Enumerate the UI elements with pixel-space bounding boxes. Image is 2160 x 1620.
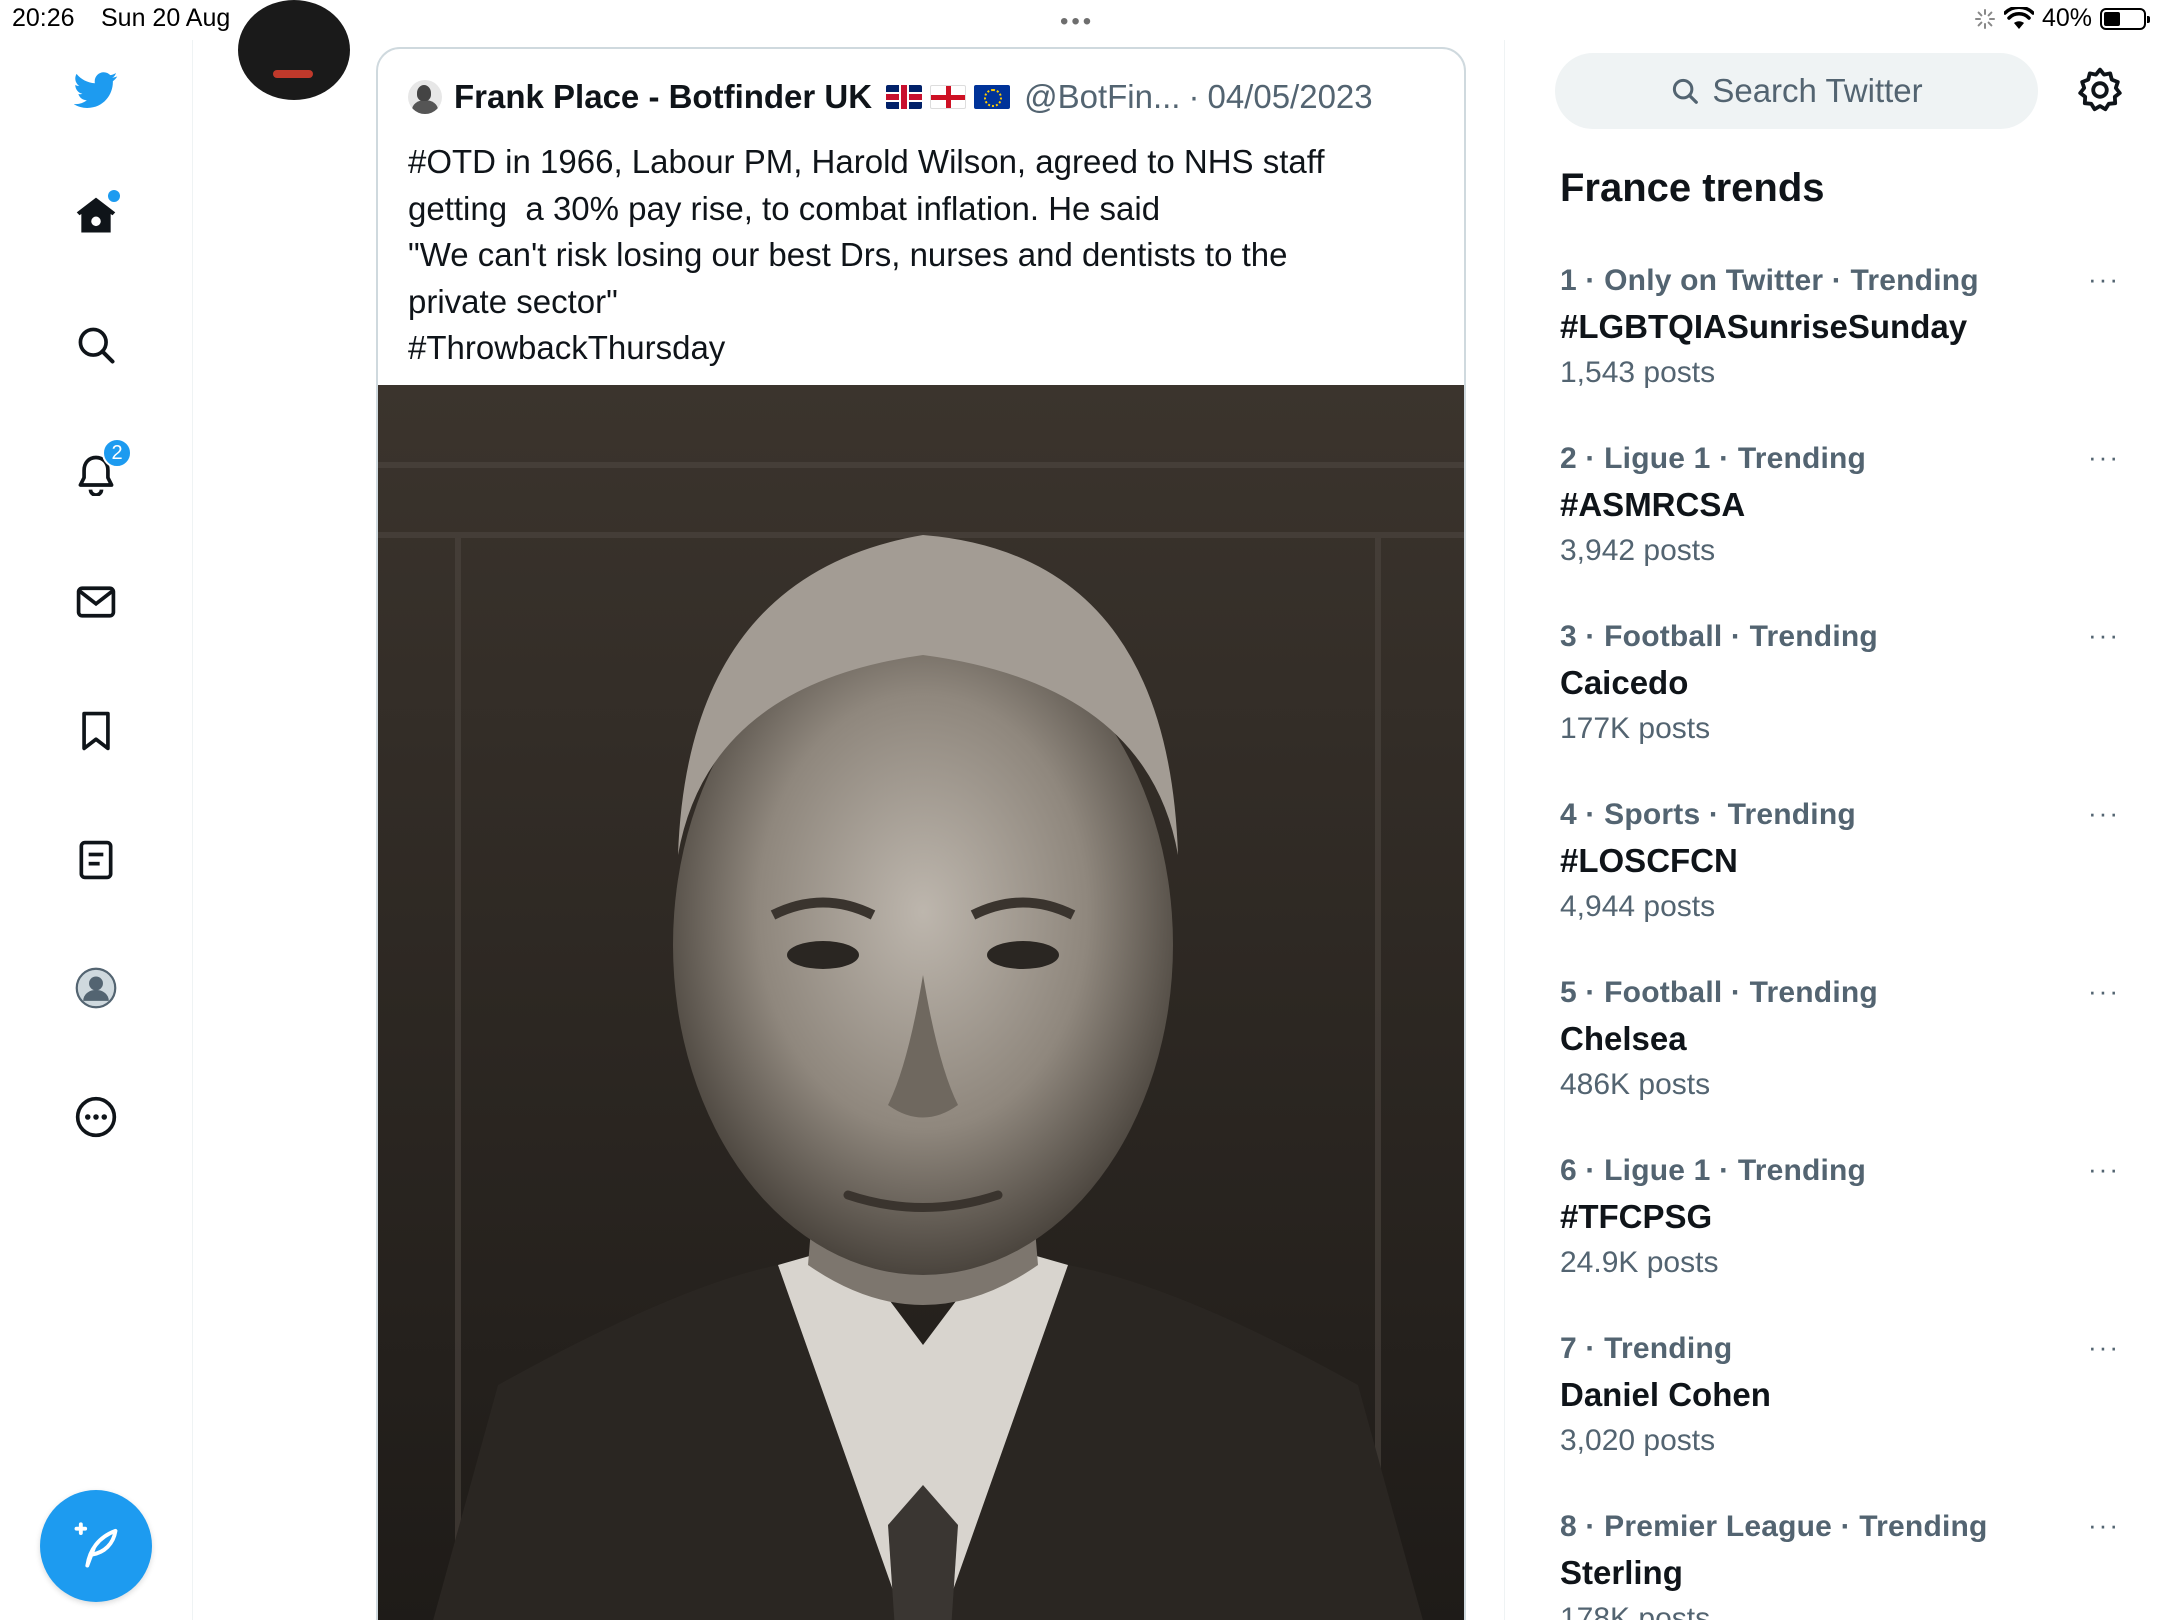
tweet-photo[interactable] — [378, 385, 1464, 1620]
tweet-text-line: private sector" — [408, 282, 618, 320]
author-flags — [886, 85, 1011, 109]
compose-tweet-button[interactable] — [40, 1490, 152, 1602]
hashtag-link[interactable]: #ThrowbackThursday — [408, 325, 1428, 372]
trend-post-count: 3,020 posts — [1560, 1424, 1716, 1457]
quoted-tweet-date: 04/05/2023 — [1207, 78, 1373, 115]
battery-percent: 40% — [2041, 4, 2092, 32]
quoted-tweet-text: #OTD in 1966, Labour PM, Harold Wilson, … — [408, 139, 1428, 372]
trend-meta: 6 · Ligue 1 · Trending — [1560, 1154, 1867, 1187]
quoted-tweet-card[interactable]: Frank Place - Botfinder UK @BotFin... · … — [376, 47, 1466, 1620]
status-time: 20:26 — [12, 4, 75, 32]
trend-more-icon[interactable]: ··· — [2088, 798, 2120, 829]
trend-name: #ASMRCSA — [1560, 486, 1746, 523]
trend-post-count: 486K posts — [1560, 1068, 1711, 1101]
trend-meta: 8 · Premier League · Trending — [1560, 1510, 1988, 1543]
quoted-author-handle: @BotFin... — [1024, 78, 1181, 115]
home-unread-dot — [108, 190, 120, 202]
portrait-photo — [378, 385, 1464, 1620]
compose-feather-icon — [74, 1522, 118, 1568]
home-icon[interactable] — [68, 188, 124, 244]
trend-more-icon[interactable]: ··· — [2088, 1510, 2120, 1541]
trend-more-icon[interactable]: ··· — [2088, 620, 2120, 651]
notifications-badge: 2 — [102, 438, 132, 468]
activity-spinner-icon — [1974, 8, 1995, 29]
trend-post-count: 4,944 posts — [1560, 890, 1716, 923]
multitasking-dots-icon[interactable]: ••• — [1060, 8, 1094, 36]
trend-item[interactable]: 3 · Football · Trending Caicedo 177K pos… — [1560, 620, 2120, 780]
trend-more-icon[interactable]: ··· — [2088, 442, 2120, 473]
trend-name: Daniel Cohen — [1560, 1376, 1771, 1413]
trend-item[interactable]: 5 · Football · Trending Chelsea 486K pos… — [1560, 976, 2120, 1136]
uk-flag-icon — [886, 85, 923, 109]
more-options-icon[interactable] — [68, 1089, 124, 1145]
settings-gear-icon[interactable] — [2076, 66, 2124, 114]
profile-avatar-icon[interactable] — [68, 960, 124, 1016]
trend-post-count: 1,543 posts — [1560, 356, 1716, 389]
sidebar-nav: 2 — [0, 40, 193, 1620]
search-icon — [1673, 78, 1699, 104]
lists-icon[interactable] — [68, 832, 124, 888]
england-flag-icon — [930, 85, 967, 109]
trend-meta: 3 · Football · Trending — [1560, 620, 1878, 653]
trend-meta: 2 · Ligue 1 · Trending — [1560, 442, 1867, 475]
trend-post-count: 3,942 posts — [1560, 534, 1716, 567]
quoted-author-avatar — [408, 80, 442, 114]
trends-title: France trends — [1560, 166, 1825, 210]
trend-post-count: 178K posts — [1560, 1602, 1711, 1620]
tweet-text-line: getting a 30% pay rise, to combat inflat… — [408, 189, 1161, 227]
trend-name: Chelsea — [1560, 1020, 1687, 1057]
trend-meta: 1 · Only on Twitter · Trending — [1560, 264, 1979, 297]
trend-more-icon[interactable]: ··· — [2088, 1154, 2120, 1185]
trend-name: Caicedo — [1560, 664, 1689, 701]
timeline: Frank Place - Botfinder UK @BotFin... · … — [193, 0, 1505, 1620]
trend-more-icon[interactable]: ··· — [2088, 976, 2120, 1007]
trend-post-count: 24.9K posts — [1560, 1246, 1719, 1279]
header-separator: · — [1188, 78, 1200, 115]
status-indicators: 40% — [1974, 4, 2150, 33]
trend-post-count: 177K posts — [1560, 712, 1711, 745]
trend-item[interactable]: 7 · Trending Daniel Cohen 3,020 posts ··… — [1560, 1332, 2120, 1492]
mail-icon[interactable] — [68, 574, 124, 630]
status-date: Sun 20 Aug — [101, 4, 231, 32]
quoted-tweet-header: Frank Place - Botfinder UK @BotFin... · … — [408, 77, 1373, 117]
search-input[interactable]: Search Twitter — [1555, 53, 2038, 129]
twitter-logo-icon[interactable] — [68, 62, 124, 118]
tweet-text-line: "We can't risk losing our best Drs, nurs… — [408, 236, 1288, 273]
battery-icon — [2100, 7, 2150, 30]
tweet-author-avatar[interactable] — [238, 0, 350, 100]
trend-item[interactable]: 6 · Ligue 1 · Trending #TFCPSG 24.9K pos… — [1560, 1154, 2120, 1314]
trend-item[interactable]: 1 · Only on Twitter · Trending #LGBTQIAS… — [1560, 264, 2120, 424]
trend-meta: 5 · Football · Trending — [1560, 976, 1878, 1009]
notifications-bell-icon[interactable]: 2 — [68, 438, 132, 502]
trend-more-icon[interactable]: ··· — [2088, 264, 2120, 295]
wifi-icon — [2003, 6, 2034, 29]
trend-item[interactable]: 4 · Sports · Trending #LOSCFCN 4,944 pos… — [1560, 798, 2120, 958]
eu-flag-icon — [974, 85, 1011, 109]
tweet-text-line: #OTD in 1966, Labour PM, Harold Wilson, … — [408, 143, 1325, 180]
trend-item[interactable]: 8 · Premier League · Trending Sterling 1… — [1560, 1510, 2120, 1620]
trend-name: #LGBTQIASunriseSunday — [1560, 308, 1968, 345]
trend-meta: 7 · Trending — [1560, 1332, 1733, 1365]
trend-name: #TFCPSG — [1560, 1198, 1713, 1235]
trend-item[interactable]: 2 · Ligue 1 · Trending #ASMRCSA 3,942 po… — [1560, 442, 2120, 602]
trend-name: #LOSCFCN — [1560, 842, 1738, 879]
trend-meta: 4 · Sports · Trending — [1560, 798, 1856, 831]
quoted-author-name: Frank Place - Botfinder UK — [454, 78, 873, 115]
search-icon[interactable] — [68, 317, 124, 373]
trend-name: Sterling — [1560, 1554, 1683, 1591]
trend-more-icon[interactable]: ··· — [2088, 1332, 2120, 1363]
search-placeholder: Search Twitter — [1712, 72, 1923, 109]
bookmark-icon[interactable] — [68, 703, 124, 759]
